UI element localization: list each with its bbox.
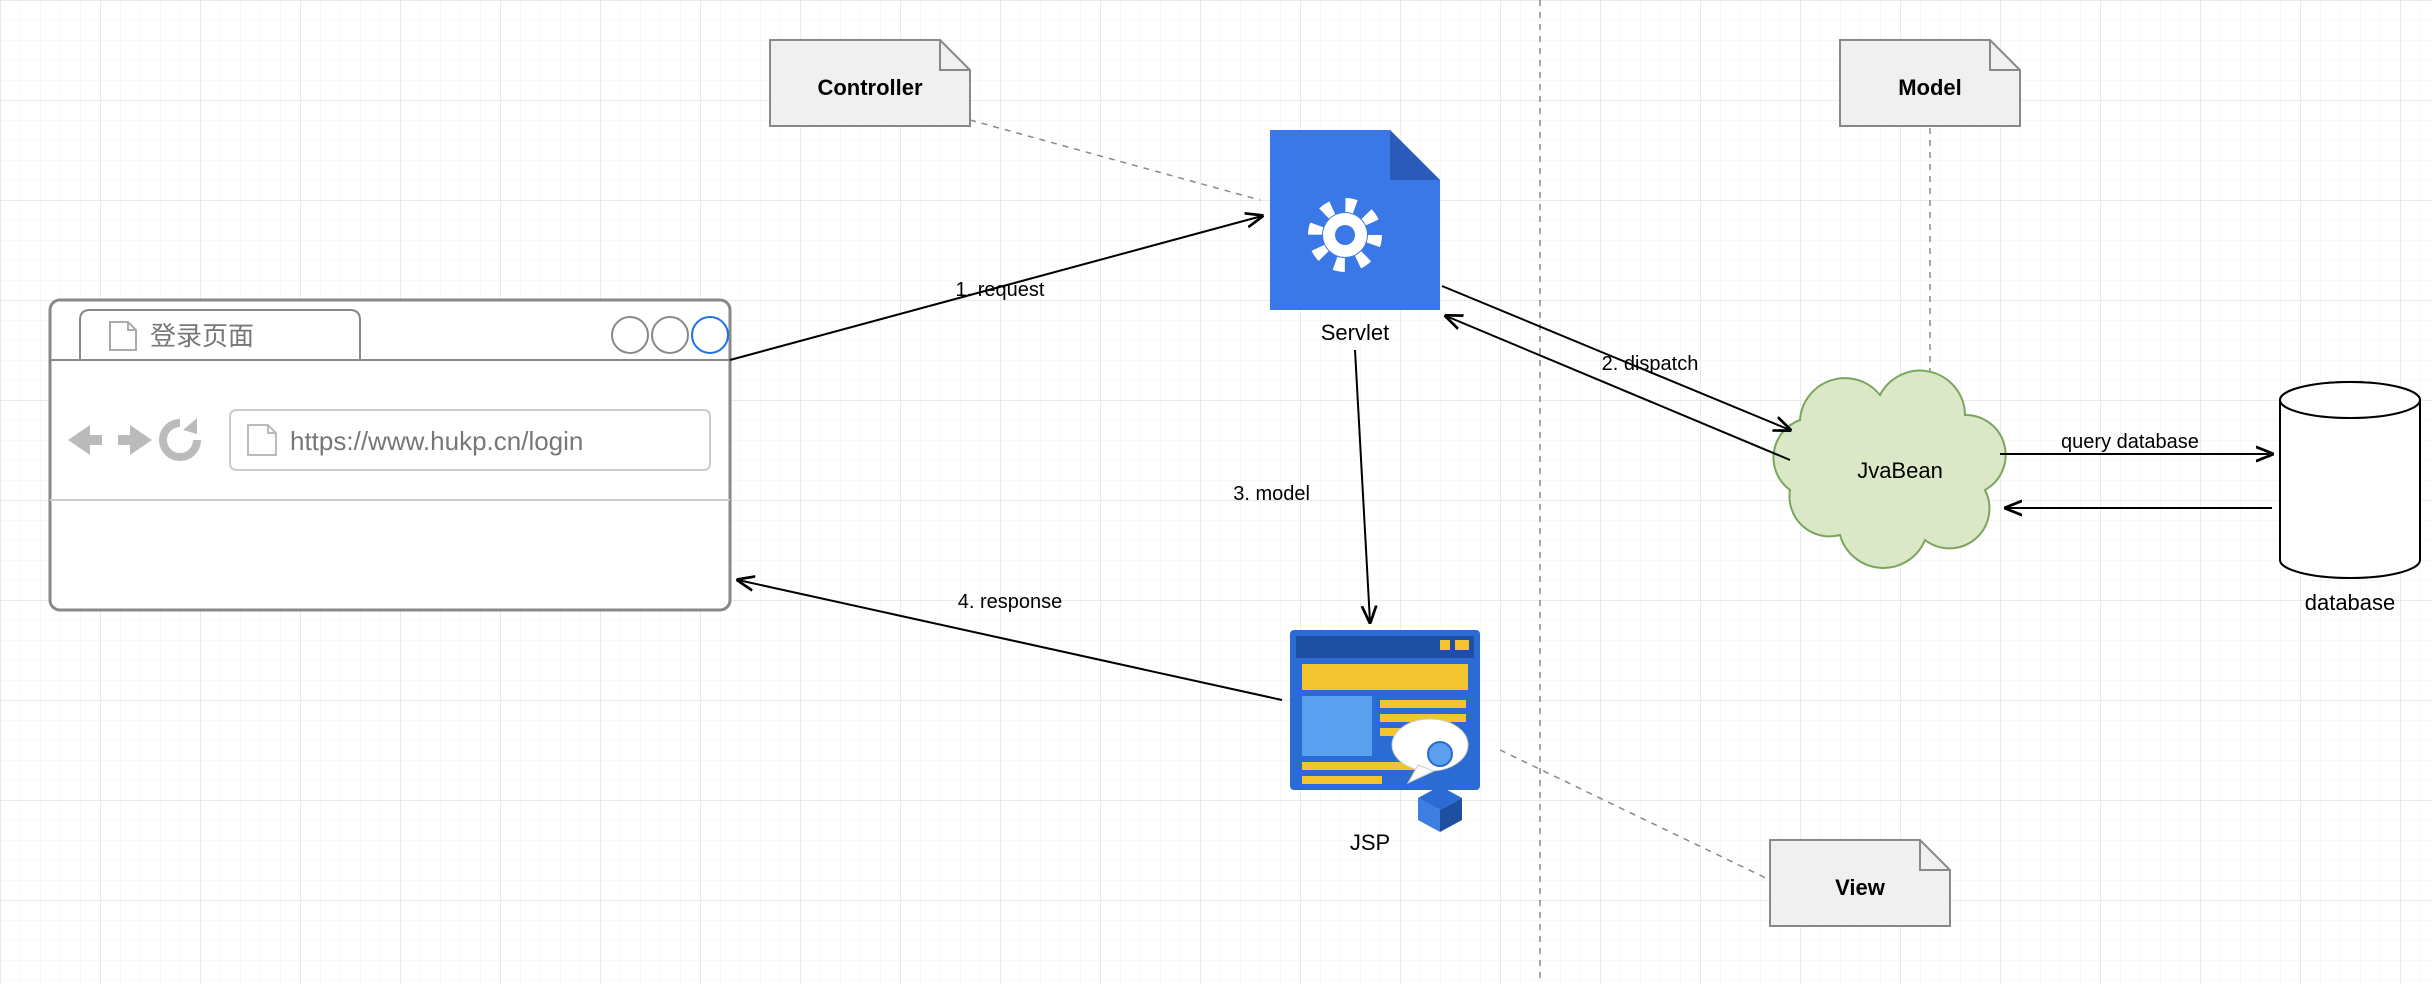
servlet-label: Servlet [1321, 320, 1389, 345]
note-model: Model [1840, 40, 2020, 126]
javabean-label: JvaBean [1857, 458, 1943, 483]
edge-request-label: 1. request [956, 279, 1045, 301]
jsp-label: JSP [1350, 830, 1390, 855]
edge-query-label: query database [2061, 431, 2199, 453]
diagram-canvas: Controller Model View 登录页面 https://www.h… [0, 0, 2432, 984]
edge-dispatch-label: 2. dispatch [1602, 353, 1699, 375]
browser-tab-title: 登录页面 [150, 321, 254, 351]
database-icon [2280, 382, 2420, 578]
note-controller: Controller [770, 40, 970, 126]
edge-model-label: 3. model [1233, 483, 1310, 505]
note-view: View [1770, 840, 1950, 926]
browser-url: https://www.hukp.cn/login [290, 426, 583, 456]
note-controller-label: Controller [817, 75, 923, 100]
edge-response-label: 4. response [958, 591, 1063, 613]
note-model-label: Model [1898, 75, 1962, 100]
browser-window: 登录页面 https://www.hukp.cn/login [50, 300, 730, 610]
servlet-icon [1270, 130, 1440, 310]
note-view-label: View [1835, 875, 1886, 900]
database-label: database [2305, 590, 2396, 615]
